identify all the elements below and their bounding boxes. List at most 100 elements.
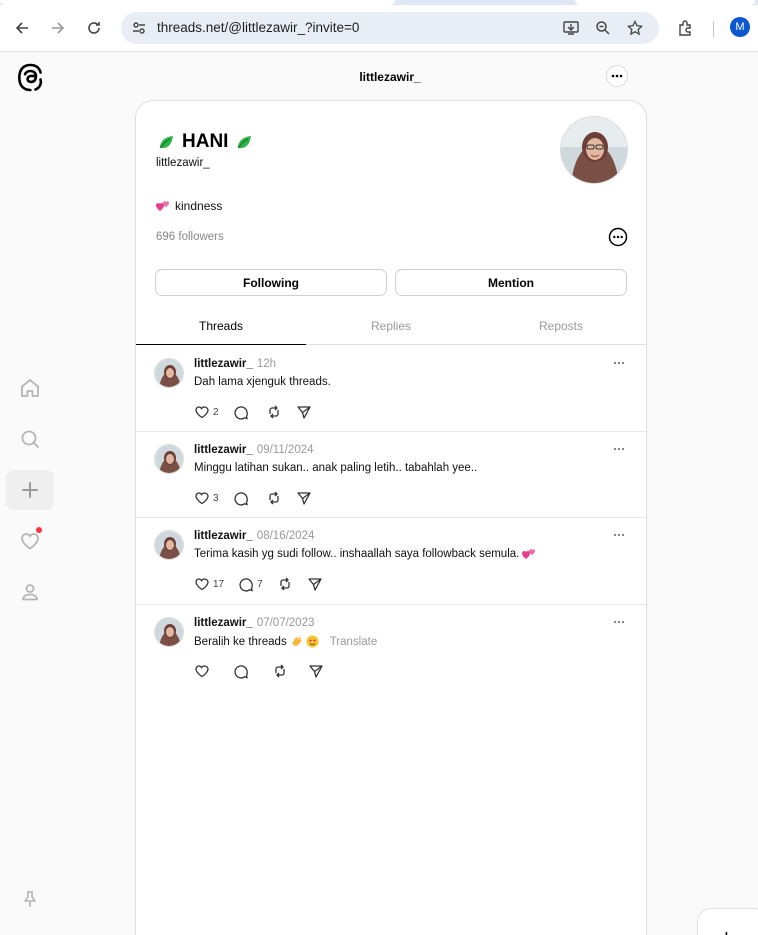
forward-button[interactable] bbox=[44, 14, 72, 42]
reply-button[interactable] bbox=[233, 404, 252, 420]
username: littlezawir_ bbox=[156, 157, 210, 169]
thread-post[interactable]: littlezawir_ 07/07/2023 Beralih ke thread… bbox=[136, 605, 646, 691]
reply-button[interactable]: 7 bbox=[238, 576, 263, 592]
post-time[interactable]: 12h bbox=[257, 358, 276, 370]
share-button[interactable] bbox=[307, 576, 323, 592]
following-button[interactable]: Following bbox=[155, 269, 387, 296]
tab-replies[interactable]: Replies bbox=[306, 307, 476, 345]
reply-button[interactable] bbox=[233, 663, 252, 679]
repost-icon bbox=[268, 491, 279, 505]
translate-link[interactable]: Translate bbox=[330, 636, 378, 648]
floating-create-button[interactable]: + bbox=[697, 908, 758, 935]
reload-button[interactable] bbox=[80, 14, 108, 42]
bookmark-star-icon[interactable] bbox=[625, 18, 645, 38]
url-text[interactable]: threads.net/@littlezawir_?invite=0 bbox=[157, 20, 359, 35]
post-more-button[interactable] bbox=[610, 530, 628, 540]
profile-card: HANI littlezawir_ kindness 696 followers… bbox=[135, 100, 647, 935]
post-meta: littlezawir_ 08/16/2024 bbox=[194, 530, 314, 542]
profile-avatar[interactable] bbox=[560, 116, 628, 184]
post-more-button[interactable] bbox=[610, 617, 628, 627]
thread-post[interactable]: littlezawir_ 08/16/2024 Terima kasih yg s… bbox=[136, 518, 646, 605]
leaf-icon bbox=[238, 136, 252, 149]
post-username[interactable]: littlezawir_ bbox=[194, 358, 253, 370]
nav-pin[interactable] bbox=[6, 879, 54, 919]
home-icon bbox=[21, 379, 39, 397]
share-button[interactable] bbox=[296, 404, 312, 420]
display-name: HANI bbox=[156, 131, 254, 153]
address-bar[interactable]: threads.net/@littlezawir_?invite=0 bbox=[121, 12, 659, 44]
display-name-text: HANI bbox=[182, 131, 229, 152]
repost-button[interactable] bbox=[277, 576, 293, 592]
bio-text: kindness bbox=[175, 199, 223, 213]
browser-profile-avatar[interactable]: M bbox=[730, 17, 750, 37]
profile-more-button[interactable] bbox=[608, 227, 628, 247]
nav-profile[interactable] bbox=[6, 572, 54, 612]
repost-button[interactable] bbox=[266, 404, 282, 420]
back-button[interactable] bbox=[8, 14, 36, 42]
zoom-icon[interactable] bbox=[593, 18, 613, 38]
leaf-icon bbox=[159, 136, 173, 149]
post-avatar[interactable] bbox=[154, 617, 184, 647]
plus-icon: + bbox=[720, 925, 733, 935]
like-button[interactable] bbox=[194, 663, 213, 679]
share-send-icon bbox=[309, 665, 323, 678]
post-username[interactable]: littlezawir_ bbox=[194, 617, 253, 629]
forward-arrow-icon bbox=[52, 22, 65, 34]
thread-post[interactable]: littlezawir_ 12h Dah lama xjenguk threads… bbox=[136, 346, 646, 432]
more-dots-icon bbox=[613, 447, 625, 451]
followers-count[interactable]: 696 followers bbox=[156, 231, 224, 243]
post-avatar[interactable] bbox=[154, 444, 184, 474]
reply-button[interactable] bbox=[233, 490, 252, 506]
post-avatar[interactable] bbox=[154, 530, 184, 560]
tab-reposts[interactable]: Reposts bbox=[476, 307, 646, 345]
like-button[interactable]: 17 bbox=[194, 576, 224, 592]
post-text-content: Minggu latihan sukan.. anak paling letih… bbox=[194, 462, 478, 474]
share-send-icon bbox=[308, 578, 322, 591]
repost-button[interactable] bbox=[266, 490, 282, 506]
mention-button[interactable]: Mention bbox=[395, 269, 627, 296]
post-more-button[interactable] bbox=[610, 358, 628, 368]
post-actions: 17 7 bbox=[194, 576, 337, 592]
post-more-button[interactable] bbox=[610, 444, 628, 454]
post-actions: 2 bbox=[194, 404, 326, 420]
thread-post[interactable]: littlezawir_ 09/11/2024 Minggu latihan su… bbox=[136, 432, 646, 518]
threads-logo-icon[interactable] bbox=[17, 63, 44, 92]
heart-icon bbox=[195, 406, 209, 419]
post-username[interactable]: littlezawir_ bbox=[194, 444, 253, 456]
like-button[interactable]: 3 bbox=[194, 490, 219, 506]
extensions-button[interactable] bbox=[672, 14, 700, 42]
repost-icon bbox=[268, 405, 279, 419]
reply-count: 7 bbox=[257, 578, 263, 590]
share-button[interactable] bbox=[308, 663, 324, 679]
post-meta: littlezawir_ 09/11/2024 bbox=[194, 444, 314, 456]
search-icon bbox=[21, 430, 39, 448]
nav-search[interactable] bbox=[6, 419, 54, 459]
post-time[interactable]: 07/07/2023 bbox=[257, 617, 315, 629]
post-time[interactable]: 08/16/2024 bbox=[257, 530, 315, 542]
post-text-content: Terima kasih yg sudi follow.. inshaallah… bbox=[194, 548, 520, 560]
like-count: 17 bbox=[213, 578, 225, 590]
post-avatar[interactable] bbox=[154, 358, 184, 388]
site-info-icon[interactable] bbox=[129, 18, 149, 38]
browser-toolbar: threads.net/@littlezawir_?invite=0 M bbox=[0, 5, 758, 52]
post-actions bbox=[194, 663, 338, 679]
comment-icon bbox=[239, 578, 254, 592]
nav-home[interactable] bbox=[6, 368, 54, 408]
repost-icon bbox=[275, 664, 285, 678]
more-dots-icon bbox=[613, 620, 625, 624]
post-time[interactable]: 09/11/2024 bbox=[257, 444, 314, 456]
post-username[interactable]: littlezawir_ bbox=[194, 530, 253, 542]
nav-create[interactable] bbox=[6, 470, 54, 510]
bio: kindness bbox=[156, 199, 222, 213]
tab-threads[interactable]: Threads bbox=[136, 307, 306, 345]
nav-activity[interactable] bbox=[6, 521, 54, 561]
header-more-button[interactable] bbox=[606, 65, 628, 87]
heart-icon bbox=[195, 665, 209, 678]
more-circle-icon bbox=[608, 227, 628, 247]
like-button[interactable]: 2 bbox=[194, 404, 219, 420]
puzzle-icon bbox=[679, 20, 691, 36]
install-app-icon[interactable] bbox=[561, 18, 581, 38]
repost-button[interactable] bbox=[272, 663, 288, 679]
share-button[interactable] bbox=[296, 490, 312, 506]
like-count: 2 bbox=[213, 406, 219, 418]
